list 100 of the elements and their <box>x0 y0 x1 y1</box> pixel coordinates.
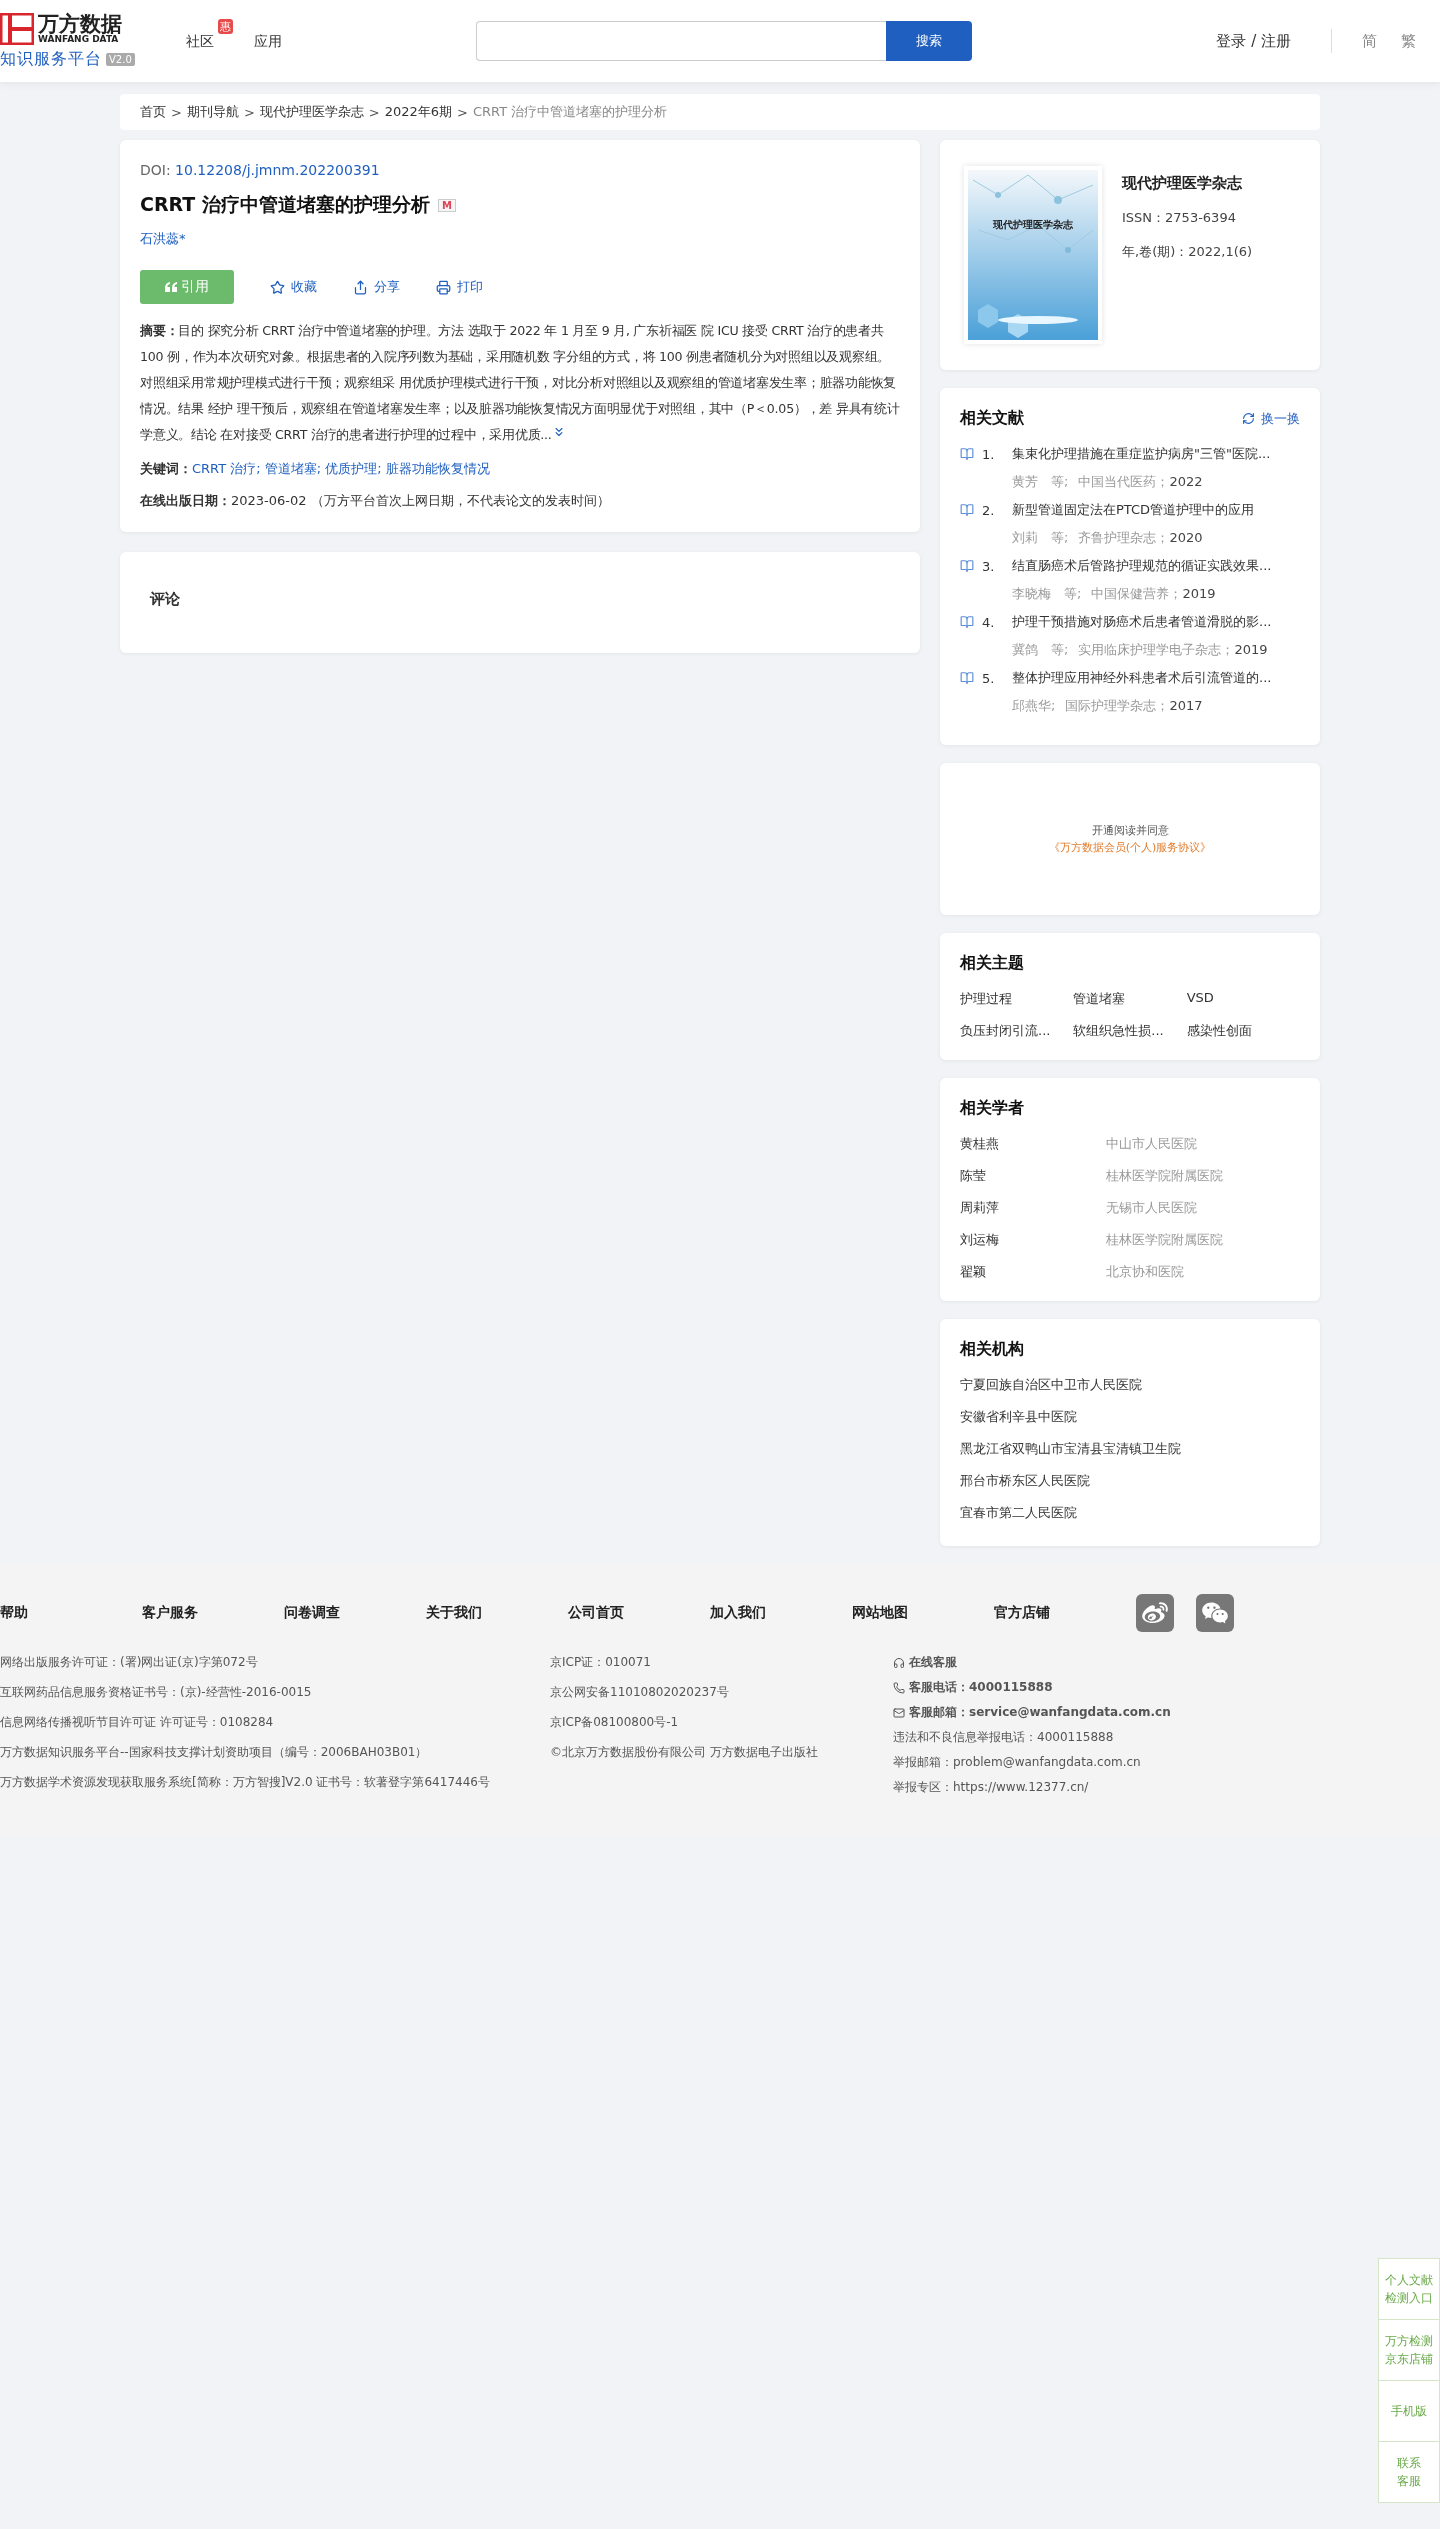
search-button[interactable]: 搜索 <box>886 21 972 61</box>
paper-year: 2019 <box>1182 586 1216 601</box>
contact-text: 违法和不良信息举报电话：4000115888 <box>893 1729 1114 1746</box>
author-link[interactable]: 石洪蕊* <box>140 230 900 248</box>
institution-link[interactable]: 黑龙江省双鸭山市宝清县宝清镇卫生院 <box>960 1440 1300 1458</box>
footer-link[interactable]: 公司首页 <box>568 1604 710 1622</box>
paper-title[interactable]: 结直肠癌术后管路护理规范的循证实践效果... <box>1012 557 1300 575</box>
wechat-icon[interactable] <box>1196 1594 1234 1632</box>
issn-text: ISSN：2753-6394 <box>1122 209 1237 227</box>
keyword-link[interactable]: 脏器功能恢复情况 <box>385 461 490 476</box>
membership-text: 开通阅读并同意 <box>1091 823 1169 838</box>
logo-icon <box>0 12 34 45</box>
paper-number: 5. <box>982 670 996 686</box>
print-button[interactable]: 打印 <box>436 278 483 296</box>
breadcrumb-link[interactable]: 现代护理医学杂志 <box>259 103 364 121</box>
footer-link[interactable]: 帮助 <box>0 1604 142 1622</box>
doi-line: DOI: 10.12208/j.jmnm.202200391 <box>140 162 381 178</box>
institution-link[interactable]: 宜春市第二人民医院 <box>960 1504 1300 1522</box>
paper-number: 1. <box>982 446 996 462</box>
book-icon <box>960 503 974 517</box>
star-icon <box>270 279 285 295</box>
keyword-link[interactable]: CRRT 治疗 <box>192 461 257 476</box>
breadcrumb-link[interactable]: 期刊导航 <box>186 103 239 121</box>
separator-text: ; <box>377 461 383 476</box>
separator-text: ; <box>316 461 323 476</box>
topic-link[interactable]: 感染性创面 <box>1186 1022 1300 1040</box>
topic-link[interactable]: 护理过程 <box>960 990 1074 1008</box>
paper-title[interactable]: 集束化护理措施在重症监护病房"三管"医院... <box>1012 445 1300 463</box>
search-field[interactable] <box>476 21 886 61</box>
license-text: 万方数据知识服务平台--国家科技支撑计划资助项目（编号：2006BAH03B01） <box>0 1744 429 1761</box>
section-title: 相关学者 <box>960 1098 1024 1119</box>
mail-icon <box>893 1706 905 1719</box>
paper-number: 4. <box>982 614 996 630</box>
footer-link[interactable]: 官方店铺 <box>994 1604 1136 1622</box>
keyword-link[interactable]: 管道堵塞 <box>264 461 317 476</box>
paper-title[interactable]: 整体护理应用神经外科患者术后引流管道的... <box>1012 669 1300 687</box>
book-icon <box>960 447 974 461</box>
keywords-label: 关键词： <box>140 461 192 476</box>
paper-year: 2020 <box>1169 530 1203 545</box>
license-text: 互联网药品信息服务资格证书号：(京)-经营性-2016-0015 <box>0 1684 313 1701</box>
scholar-name[interactable]: 翟颖 <box>960 1263 1106 1281</box>
scholar-name[interactable]: 黄桂燕 <box>960 1135 1106 1153</box>
license-text: ©北京万方数据股份有限公司 万方数据电子出版社 <box>550 1744 819 1761</box>
separator-text: ; <box>256 461 262 476</box>
contact-text: 客服邮箱：service@wanfangdata.com.cn <box>909 1704 1171 1721</box>
share-icon <box>353 279 368 295</box>
institution-link[interactable]: 安徽省利辛县中医院 <box>960 1408 1300 1426</box>
paper-year: 2017 <box>1169 698 1203 713</box>
topic-link[interactable]: 软组织急性损... <box>1073 1022 1187 1040</box>
paper-title[interactable]: 护理干预措施对肠癌术后患者管道滑脱的影... <box>1012 613 1300 631</box>
nav-link[interactable]: 应用 <box>254 33 282 49</box>
brand-name: 万方数据 <box>38 13 122 35</box>
share-button[interactable]: 分享 <box>353 278 400 296</box>
footer-link[interactable]: 网站地图 <box>852 1604 994 1622</box>
favorite-button[interactable]: 收藏 <box>270 278 317 296</box>
doi-link[interactable]: 10.12208/j.jmnm.202200391 <box>175 162 380 178</box>
breadcrumb-link[interactable]: CRRT 治疗中管道堵塞的护理分析 <box>473 103 668 121</box>
paper-title[interactable]: 新型管道固定法在PTCD管道护理中的应用 <box>1012 501 1300 519</box>
nav-link[interactable]: 社区 <box>186 33 214 49</box>
license-text: 京ICP证：010071 <box>550 1654 652 1671</box>
version-tag: V2.0 <box>106 52 135 66</box>
abstract-text: 摘要：目的 探究分析 CRRT 治疗中管道堵塞的护理。方法 选取于 2022 年 1 月至 9 月, 广东祈福医 院 ICU 接受 CRRT 治疗的患者共 100 例，作为本次研究对象。根据患者的入院序列数为基础，采用随机数 字分组的方式，将 100 例患者随机分为对照组以及观察组。对照组采用常规护理模式进行干预；观察组采 用优质护理模式进行干预，对比分析对照组以及观察组的管道堵塞发生率；脏器功能恢复情况。结果 经护 理干预后，观察组在管道堵塞发生率；以及脏器功能恢复情况方面明显优于对照组，其中（P＜0.05），差 异具有统计学意义。结论 在对接受 CRRT 治疗的患者进行护理的过程中，采用优质... <box>140 322 900 444</box>
scholar-name[interactable]: 周莉萍 <box>960 1199 1106 1217</box>
platform-name: 知识服务平台 <box>0 48 102 70</box>
online-date: 在线出版日期：2023-06-02 （万方平台首次上网日期，不代表论文的发表时间） <box>140 492 611 510</box>
phone-icon <box>893 1681 905 1694</box>
scholar-name[interactable]: 陈莹 <box>960 1167 1106 1185</box>
license-text: 京公网安备11010802020237号 <box>550 1684 730 1701</box>
language-link[interactable]: 繁 <box>1401 31 1416 51</box>
section-title: 相关文献 <box>960 408 1024 429</box>
language-link[interactable]: 简 <box>1362 31 1377 51</box>
institution-link[interactable]: 宁夏回族自治区中卫市人民医院 <box>960 1376 1300 1394</box>
book-icon <box>960 671 974 685</box>
weibo-icon[interactable] <box>1136 1594 1174 1632</box>
footer-link[interactable]: 关于我们 <box>426 1604 568 1622</box>
breadcrumb-link[interactable]: 首页 <box>140 103 166 121</box>
book-icon <box>960 615 974 629</box>
topic-link[interactable]: 管道堵塞 <box>1073 990 1187 1008</box>
scholar-name[interactable]: 刘运梅 <box>960 1231 1106 1249</box>
quote-icon <box>165 282 177 292</box>
login-link[interactable]: 登录 / 注册 <box>1216 31 1291 51</box>
footer-link[interactable]: 加入我们 <box>710 1604 852 1622</box>
section-title: 相关主题 <box>960 953 1024 974</box>
comments-title: 评论 <box>150 590 181 609</box>
contact-text: 客服电话：4000115888 <box>909 1679 1053 1696</box>
paper-year: 2019 <box>1234 642 1268 657</box>
topic-link[interactable]: VSD <box>1186 990 1300 1008</box>
topic-link[interactable]: 负压封闭引流... <box>960 1022 1074 1040</box>
breadcrumb-link[interactable]: 2022年6期 <box>384 103 453 121</box>
section-title: 相关机构 <box>960 1339 1024 1360</box>
footer-link[interactable]: 客户服务 <box>142 1604 284 1622</box>
refresh-icon <box>1242 412 1255 425</box>
institution-link[interactable]: 邢台市桥东区人民医院 <box>960 1472 1300 1490</box>
refresh-link[interactable]: 换一换 <box>1242 409 1300 428</box>
cover-title: 现代护理医学杂志 <box>992 218 1074 232</box>
badge-icon: M <box>437 198 456 212</box>
footer-link[interactable]: 问卷调查 <box>284 1604 426 1622</box>
journal-name[interactable]: 现代护理医学杂志 <box>1122 174 1253 193</box>
license-text: 京ICP备08100800号-1 <box>550 1714 680 1731</box>
breadcrumb-separator: > <box>243 104 255 120</box>
